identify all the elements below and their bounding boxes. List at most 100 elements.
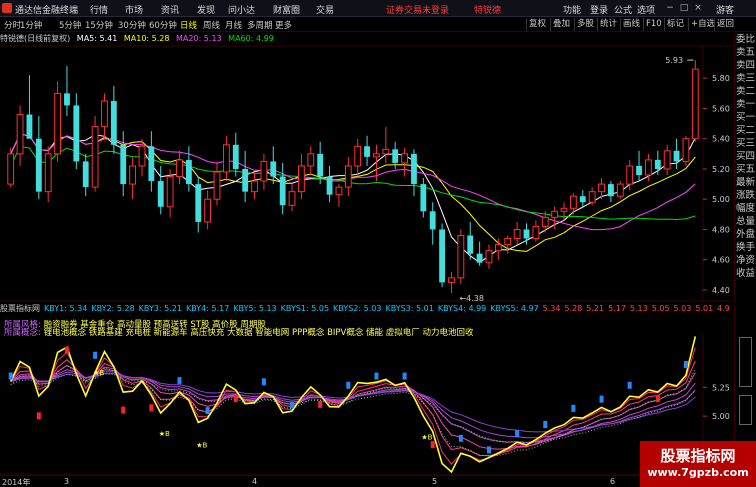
indicator-value: KBY4: 5.17 (185, 304, 230, 313)
indicator-value: 5.34 (542, 304, 561, 313)
candle-body-down (439, 229, 446, 283)
candle-body-up (7, 153, 15, 185)
candle-body-down (64, 93, 70, 106)
candle-body-up (129, 165, 137, 185)
sell-bar (233, 395, 238, 403)
sell-bar (149, 404, 154, 412)
price-tick-label: 5.40 (712, 135, 730, 144)
candle-body-down (35, 138, 42, 192)
candle-body-down (420, 184, 427, 212)
candle-body-up (504, 238, 512, 246)
quote-label: 买四 (735, 151, 755, 162)
candle-body-down (467, 235, 474, 254)
candle-body-up (166, 176, 174, 208)
candle-body-up (541, 216, 549, 227)
candle-body-down (317, 153, 324, 177)
candle-body-down (26, 114, 33, 139)
candle-body-up (307, 153, 315, 167)
sell-bar (318, 400, 323, 408)
indicator-value: KBYS3: 5.01 (385, 304, 434, 313)
candle-body-up (682, 138, 690, 162)
buy-bar (346, 381, 351, 389)
sell-bar (655, 395, 660, 403)
indicator-value: 5.05 (651, 304, 670, 313)
candle-body-up (457, 235, 465, 279)
candle-body-up (513, 228, 521, 240)
b-signal-marker: ★B (159, 430, 170, 438)
candle-body-down (148, 146, 155, 182)
indicator-title[interactable]: 股票指标网 (0, 304, 40, 313)
ind-tick-label: 5.25 (712, 383, 730, 392)
date-month-6: 6 (610, 477, 616, 486)
buy-bar (486, 446, 491, 454)
price-tick-label: 4.40 (712, 286, 730, 295)
buy-bar (683, 361, 688, 368)
candle-body-up (663, 150, 671, 170)
candle-body-down (579, 196, 586, 203)
indicator-value: KBYS5: 4.97 (490, 304, 539, 313)
candle-body-up (54, 92, 61, 155)
panel-frame-2 (739, 395, 752, 425)
buy-bar (571, 404, 576, 412)
candle-body-down (157, 181, 164, 207)
candle-body-down (673, 150, 680, 162)
candle-body-up (382, 148, 390, 155)
panel-frame (739, 337, 752, 387)
indicator-value: 5.13 (629, 304, 648, 313)
sell-bar (64, 346, 69, 354)
buy-bar (599, 395, 604, 403)
candle-body-down (82, 161, 89, 188)
candle-body-up (448, 277, 455, 283)
candle-body-up (344, 165, 352, 188)
buy-bar (290, 401, 295, 409)
candle-body-up (485, 250, 493, 264)
price-chart[interactable]: 5.80 5.60 5.40 5.20 5.00 4.80 4.60 4.40 5.93 ←4.3… (0, 0, 734, 303)
indicator-value: KBYS4: 4.99 (437, 304, 487, 313)
candle-body-up (213, 171, 221, 200)
buy-bar (8, 372, 13, 380)
quote-label: 买二 (735, 125, 755, 136)
indicator-value: KBYS2: 5.03 (333, 304, 382, 313)
candle-body-up (288, 191, 296, 206)
buy-bar (627, 381, 632, 389)
candle-body-up (16, 114, 24, 155)
candle-body-up (251, 180, 258, 193)
watermark-logo: 股票指标网 www.7gpzb.com (640, 441, 756, 487)
candle-body-up (691, 68, 699, 140)
indicator-value: 5.17 (608, 304, 626, 313)
quote-label: 卖五 (735, 47, 755, 58)
candle-body-up (354, 145, 362, 167)
signal-line (9, 336, 697, 474)
buy-bar (261, 378, 266, 386)
candle-body-down (195, 184, 202, 222)
indicator-value: 5.28 (564, 304, 583, 313)
indicator-value: KBY3: 5.21 (138, 304, 182, 313)
candle-body-down (120, 144, 127, 185)
buy-bar (458, 434, 463, 442)
candle-body-down (392, 149, 399, 163)
candle-body-up (401, 153, 408, 164)
quote-panel[interactable]: 委比 卖五 卖四 卖三 卖二 卖一 买一 买二 买三 买四 买五 最新 涨跌 幅度 总量 外盘 换手 净资 收益 (734, 33, 756, 302)
candle-body-up (138, 145, 146, 167)
candle-body-up (222, 144, 230, 173)
b-signal-marker: ★B (196, 441, 207, 449)
low-price-label: ←4.38 (459, 294, 484, 303)
high-price-label: 5.93 (665, 56, 683, 65)
quote-label: 净资 (735, 255, 755, 266)
candle-body-up (176, 159, 183, 178)
candle-body-down (242, 168, 249, 192)
indicator-chart[interactable]: ★B★B★B★B 5.255.004.75 (0, 335, 734, 475)
candle-body-down (73, 105, 80, 162)
price-tick-label: 5.00 (712, 195, 730, 204)
indicator-value: 5.03 (673, 304, 692, 313)
candle-body-down (185, 159, 192, 185)
watermark-line2: www.7gpzb.com (647, 466, 749, 479)
date-year: 2014年 (2, 478, 31, 487)
candle-body-down (654, 159, 661, 169)
candle-body-down (429, 211, 436, 230)
quote-label: 收益 (735, 268, 755, 279)
buy-bar (543, 421, 548, 428)
price-tick-label: 4.80 (712, 225, 730, 234)
candle-body-up (373, 153, 380, 158)
candle-body-up (494, 244, 502, 252)
